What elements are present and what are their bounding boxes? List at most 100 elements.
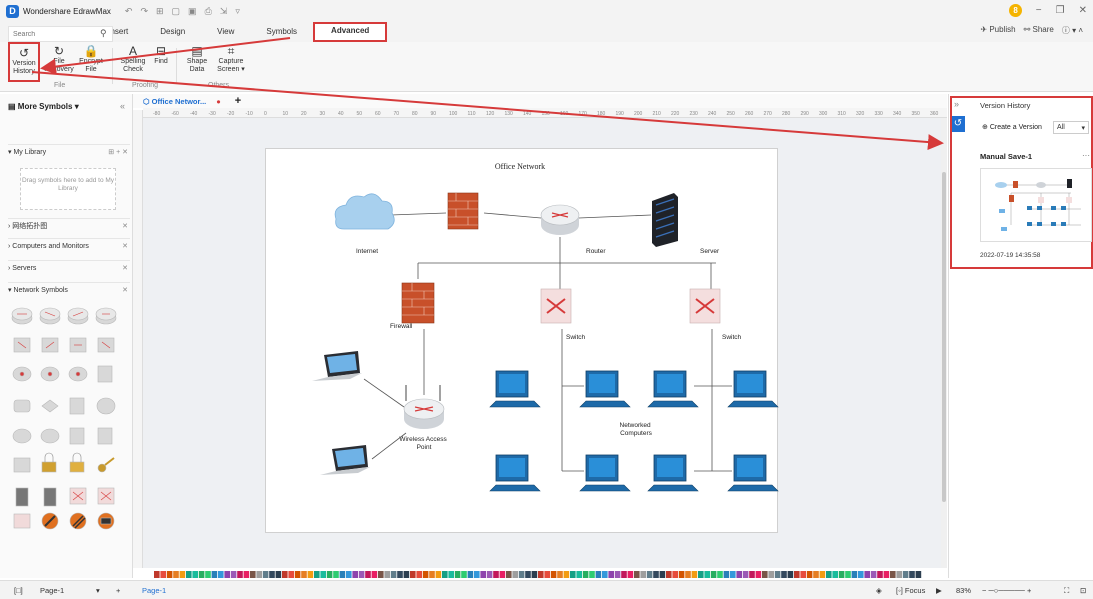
color-swatch[interactable] — [346, 571, 352, 578]
library-item[interactable]: › Computers and Monitors ✕ — [8, 238, 130, 254]
version-filter-select[interactable]: All ▾ — [1053, 121, 1089, 134]
color-swatch[interactable] — [192, 571, 198, 578]
fullscreen-icon[interactable]: ⊡ — [1080, 586, 1086, 595]
page-dropdown-icon[interactable]: ▾ — [96, 586, 100, 595]
cable-symbol[interactable] — [41, 512, 59, 530]
color-swatch[interactable] — [576, 571, 582, 578]
color-swatch[interactable] — [851, 571, 858, 578]
create-version-button[interactable]: ⊕ Create a Version — [982, 123, 1042, 131]
color-swatch[interactable] — [243, 571, 250, 578]
lock-symbol[interactable] — [41, 452, 57, 473]
color-swatch[interactable] — [704, 571, 710, 578]
device-symbol[interactable] — [40, 428, 60, 444]
color-swatch[interactable] — [518, 571, 525, 578]
color-swatch[interactable] — [352, 571, 358, 578]
color-swatch[interactable] — [416, 571, 422, 578]
color-swatch[interactable] — [563, 571, 570, 578]
color-swatch[interactable] — [832, 571, 838, 578]
tab-office-network[interactable]: ⬡ Office Networ... — [143, 97, 206, 106]
page-tab[interactable]: Page-1 — [142, 586, 166, 595]
color-swatch[interactable] — [678, 571, 685, 578]
color-swatch[interactable] — [634, 571, 640, 578]
fit-screen-icon[interactable]: ⛶ — [1064, 586, 1069, 596]
server-symbol[interactable] — [15, 487, 29, 507]
color-swatch[interactable] — [595, 571, 602, 578]
color-swatch[interactable] — [621, 571, 627, 578]
laptop-top[interactable] — [312, 351, 362, 381]
device-symbol[interactable] — [69, 397, 85, 415]
layers-icon[interactable]: ◈ — [876, 586, 882, 595]
library-item[interactable]: › 网络拓扑图 ✕ — [8, 218, 130, 234]
color-swatch[interactable] — [896, 571, 902, 578]
color-swatch[interactable] — [570, 571, 576, 578]
user-avatar[interactable]: 8 — [1009, 4, 1022, 17]
menu-symbols[interactable]: Symbols — [250, 22, 313, 42]
close-icon[interactable]: ✕ — [122, 283, 128, 299]
color-swatch[interactable] — [890, 571, 896, 578]
library-item[interactable]: › Servers ✕ — [8, 260, 130, 276]
play-icon[interactable]: ▶ — [936, 586, 942, 595]
color-swatch[interactable] — [883, 571, 890, 578]
color-palette[interactable] — [140, 570, 940, 580]
color-swatch[interactable] — [480, 571, 486, 578]
color-swatch[interactable] — [614, 571, 621, 578]
more-symbols-title[interactable]: ▤ More Symbols ▾ — [8, 102, 79, 111]
color-swatch[interactable] — [166, 571, 173, 578]
device-symbol[interactable] — [13, 457, 31, 473]
color-swatch[interactable] — [781, 571, 787, 578]
color-swatch[interactable] — [749, 571, 755, 578]
device-symbol[interactable] — [96, 397, 116, 415]
color-swatch[interactable] — [794, 571, 800, 578]
open-icon[interactable]: ▢ — [172, 6, 181, 17]
color-swatch[interactable] — [339, 571, 346, 578]
page-layout-icon[interactable]: [□] — [14, 586, 23, 595]
color-swatch[interactable] — [493, 571, 499, 578]
color-swatch[interactable] — [506, 571, 512, 578]
redo-icon[interactable]: ↷ — [140, 6, 148, 17]
color-swatch[interactable] — [262, 571, 269, 578]
color-swatch[interactable] — [294, 571, 301, 578]
color-swatch[interactable] — [467, 571, 474, 578]
router-symbol[interactable] — [95, 307, 117, 325]
color-swatch[interactable] — [762, 571, 768, 578]
switch-node-1[interactable] — [540, 288, 572, 324]
internet-cloud[interactable] — [334, 193, 395, 230]
diagram-page[interactable]: Office Network Internet Router Server Fi… — [265, 148, 779, 533]
color-swatch[interactable] — [710, 571, 717, 578]
encrypt-file-button[interactable]: 🔒 Encrypt File — [74, 44, 108, 74]
color-swatch[interactable] — [736, 571, 742, 578]
color-swatch[interactable] — [717, 571, 723, 578]
share-button[interactable]: ⚯ Share — [1024, 25, 1054, 36]
color-swatch[interactable] — [582, 571, 589, 578]
canvas-area[interactable]: Office Network Internet Router Server Fi… — [143, 118, 941, 568]
my-library-header[interactable]: ▾ My Library ⊞ + ✕ — [8, 144, 130, 160]
color-swatch[interactable] — [774, 571, 781, 578]
desktop-computer[interactable] — [647, 454, 699, 492]
color-swatch[interactable] — [371, 571, 378, 578]
color-swatch[interactable] — [826, 571, 832, 578]
device-symbol[interactable] — [12, 428, 32, 444]
color-swatch[interactable] — [435, 571, 442, 578]
switch-symbol[interactable] — [97, 337, 115, 353]
color-swatch[interactable] — [256, 571, 262, 578]
close-icon[interactable]: ✕ — [122, 219, 128, 235]
router-symbol[interactable] — [39, 307, 61, 325]
color-swatch[interactable] — [250, 571, 256, 578]
menu-advanced[interactable]: Advanced — [313, 22, 388, 42]
color-swatch[interactable] — [224, 571, 230, 578]
undo-icon[interactable]: ↶ — [125, 6, 133, 17]
switch-symbol[interactable] — [41, 337, 59, 353]
color-swatch[interactable] — [448, 571, 454, 578]
menu-design[interactable]: Design — [144, 22, 201, 42]
color-swatch[interactable] — [320, 571, 326, 578]
color-swatch[interactable] — [672, 571, 678, 578]
color-swatch[interactable] — [403, 571, 410, 578]
color-swatch[interactable] — [378, 571, 384, 578]
color-swatch[interactable] — [730, 571, 736, 578]
color-swatch[interactable] — [365, 571, 371, 578]
cable-symbol[interactable] — [97, 512, 115, 530]
library-drop-zone[interactable]: Drag symbols here to add to My Library — [20, 168, 116, 210]
shape-data-button[interactable]: ▤ Shape Data — [180, 44, 214, 74]
server-symbol[interactable] — [43, 487, 57, 507]
search-icon[interactable]: ⚲ — [100, 28, 107, 39]
